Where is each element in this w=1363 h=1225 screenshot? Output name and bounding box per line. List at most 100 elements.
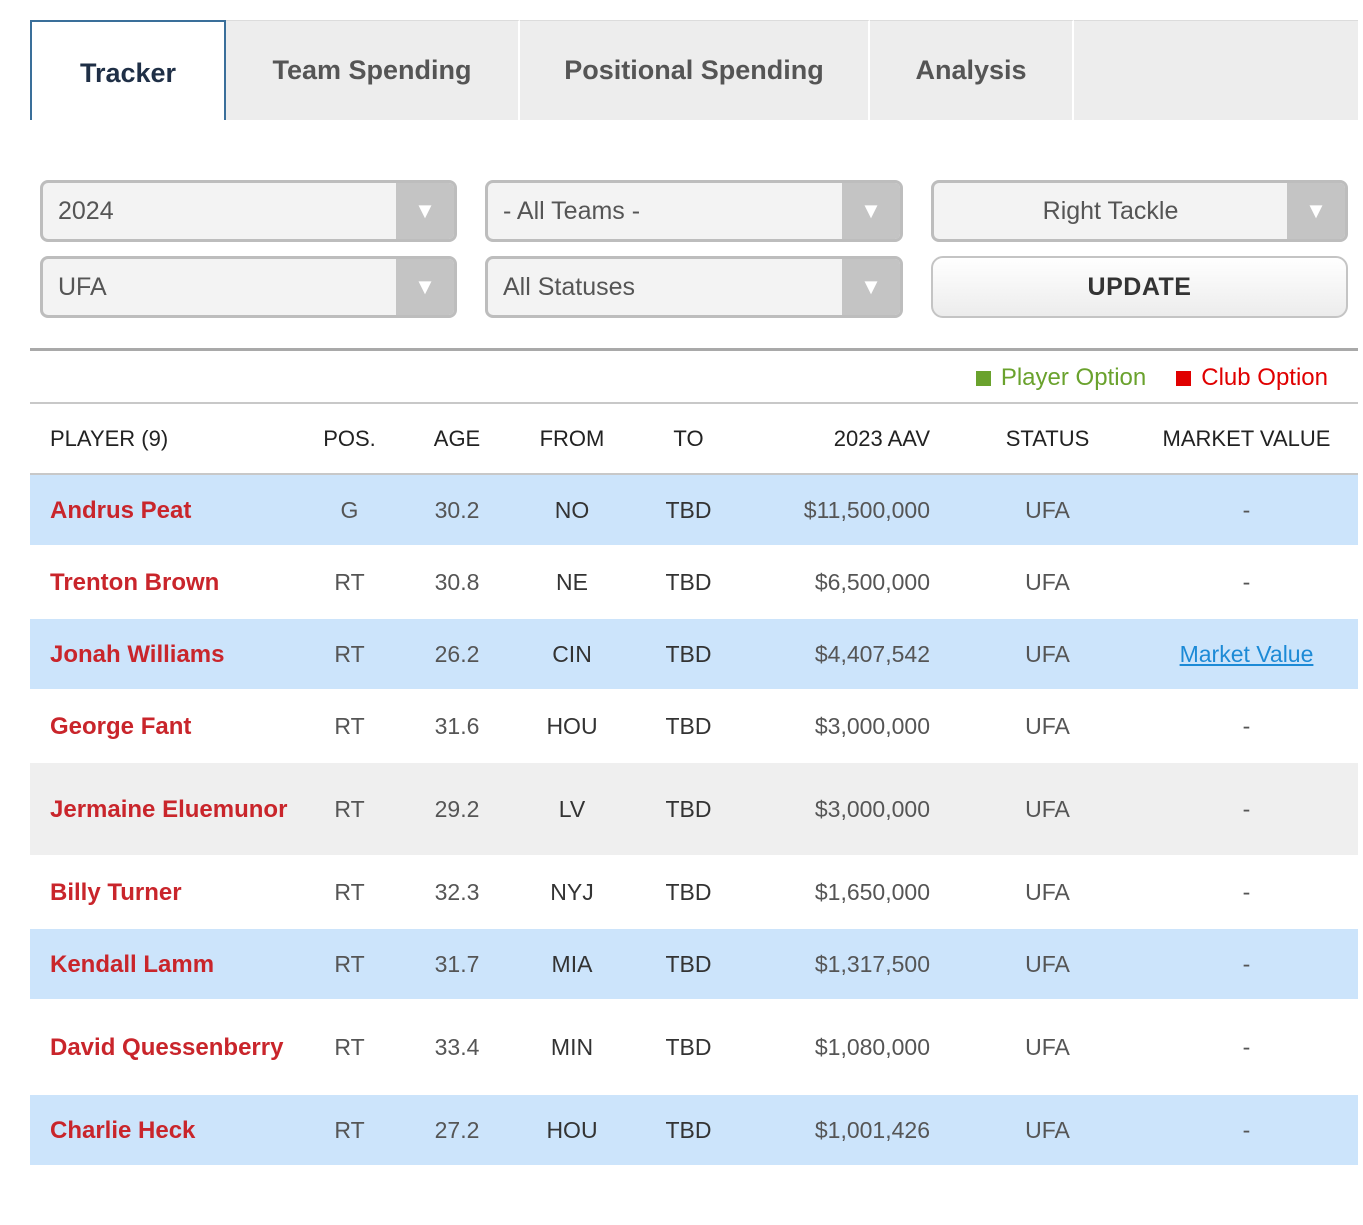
header-player[interactable]: PLAYER (9) (30, 426, 292, 452)
cell-status: UFA (1025, 795, 1070, 822)
chevron-down-icon: ▼ (842, 259, 900, 315)
cell-aav: $11,500,000 (803, 496, 930, 523)
player-link[interactable]: Andrus Peat (30, 498, 292, 523)
cell-status: UFA (1025, 1116, 1070, 1143)
status-select[interactable]: All Statuses ▼ (485, 256, 903, 318)
tab-analysis[interactable]: Analysis (870, 20, 1074, 120)
cell-status: UFA (1025, 950, 1070, 977)
tab-bar: Tracker Team Spending Positional Spendin… (30, 20, 1358, 120)
cell-to: TBD (665, 950, 712, 977)
year-select-value: 2024 (58, 196, 114, 225)
cell-age: 30.2 (434, 496, 480, 523)
chevron-down-icon: ▼ (1287, 183, 1345, 239)
cell-pos: RT (334, 950, 365, 977)
type-select-value: UFA (58, 272, 107, 301)
table-row: Billy Turner RT 32.3 NYJ TBD $1,650,000 … (30, 855, 1358, 929)
cell-to: TBD (665, 878, 712, 905)
tab-bar-filler (1074, 20, 1358, 120)
cell-aav: $3,000,000 (814, 712, 930, 739)
cell-age: 26.2 (434, 640, 480, 667)
cell-market-value: - (1242, 1116, 1251, 1143)
header-aav[interactable]: 2023 AAV (740, 426, 930, 452)
cell-pos: RT (334, 640, 365, 667)
legend-club-option-label: Club Option (1201, 364, 1328, 391)
legend-player-option-label: Player Option (1000, 364, 1147, 391)
position-select-value: Right Tackle (1042, 196, 1179, 225)
table-row: Charlie Heck RT 27.2 HOU TBD $1,001,426 … (30, 1095, 1358, 1165)
cell-to: TBD (665, 496, 712, 523)
status-select-value: All Statuses (503, 272, 636, 301)
position-select[interactable]: Right Tackle ▼ (931, 180, 1348, 242)
team-select[interactable]: - All Teams - ▼ (485, 180, 903, 242)
header-market-value[interactable]: MARKET VALUE (1135, 426, 1358, 452)
type-select[interactable]: UFA ▼ (40, 256, 457, 318)
chevron-down-icon: ▼ (842, 183, 900, 239)
header-from[interactable]: FROM (507, 426, 637, 452)
cell-aav: $1,650,000 (814, 878, 930, 905)
team-select-value: - All Teams - (503, 196, 641, 225)
player-link[interactable]: David Quessenberry (30, 1035, 292, 1060)
cell-from: MIN (550, 1033, 594, 1060)
header-to[interactable]: TO (637, 426, 740, 452)
cell-aav: $1,317,500 (814, 950, 930, 977)
player-link[interactable]: Jonah Williams (30, 642, 292, 667)
player-link[interactable]: Kendall Lamm (30, 952, 292, 977)
cell-market-value: - (1242, 795, 1251, 822)
cell-from: HOU (546, 1116, 598, 1143)
chevron-down-icon: ▼ (396, 259, 454, 315)
cell-status: UFA (1025, 878, 1070, 905)
cell-from: NE (556, 568, 588, 595)
market-value-link[interactable]: Market Value (1180, 641, 1314, 667)
cell-status: UFA (1025, 568, 1070, 595)
player-link[interactable]: Billy Turner (30, 880, 292, 905)
cell-status: UFA (1025, 1033, 1070, 1060)
table-row: Jonah Williams RT 26.2 CIN TBD $4,407,54… (30, 619, 1358, 689)
cell-aav: $3,000,000 (814, 795, 930, 822)
update-button[interactable]: UPDATE (931, 256, 1348, 318)
green-square-icon (975, 370, 991, 386)
cell-pos: G (340, 496, 359, 523)
cell-from: NYJ (550, 878, 594, 905)
player-link[interactable]: Charlie Heck (30, 1118, 292, 1143)
cell-age: 32.3 (434, 878, 480, 905)
cell-pos: RT (334, 568, 365, 595)
cell-to: TBD (665, 1033, 712, 1060)
cell-age: 29.2 (434, 795, 480, 822)
cell-from: LV (558, 795, 586, 822)
cell-market-value: - (1242, 950, 1251, 977)
player-link[interactable]: Jermaine Eluemunor (30, 797, 292, 822)
cell-aav: $4,407,542 (814, 640, 930, 667)
player-link[interactable]: Trenton Brown (30, 570, 292, 595)
cell-to: TBD (665, 712, 712, 739)
year-select[interactable]: 2024 ▼ (40, 180, 457, 242)
cell-market-value: - (1242, 1033, 1251, 1060)
legend-club-option: Club Option (1176, 364, 1328, 392)
cell-to: TBD (665, 640, 712, 667)
cell-age: 27.2 (434, 1116, 480, 1143)
table-row: Andrus Peat G 30.2 NO TBD $11,500,000 UF… (30, 475, 1358, 545)
table-row: David Quessenberry RT 33.4 MIN TBD $1,08… (30, 999, 1358, 1095)
cell-market-value: Market Value (1135, 641, 1358, 668)
header-status[interactable]: STATUS (930, 426, 1135, 452)
cell-pos: RT (334, 878, 365, 905)
cell-from: HOU (546, 712, 598, 739)
player-link[interactable]: George Fant (30, 714, 292, 739)
cell-market-value: - (1242, 878, 1251, 905)
tab-positional-spending[interactable]: Positional Spending (520, 20, 870, 120)
table-row: Trenton Brown RT 30.8 NE TBD $6,500,000 … (30, 545, 1358, 619)
cell-status: UFA (1025, 712, 1070, 739)
legend: Player Option Club Option (946, 364, 1328, 392)
tab-tracker[interactable]: Tracker (30, 20, 226, 120)
tab-team-spending[interactable]: Team Spending (226, 20, 520, 120)
cell-to: TBD (665, 568, 712, 595)
cell-age: 33.4 (434, 1033, 480, 1060)
cell-aav: $6,500,000 (814, 568, 930, 595)
cell-age: 31.7 (434, 950, 480, 977)
cell-aav: $1,080,000 (814, 1033, 930, 1060)
table-row: Jermaine Eluemunor RT 29.2 LV TBD $3,000… (30, 763, 1358, 855)
cell-pos: RT (334, 712, 365, 739)
header-age[interactable]: AGE (407, 426, 507, 452)
cell-status: UFA (1025, 496, 1070, 523)
section-divider (30, 348, 1358, 351)
header-pos[interactable]: POS. (292, 426, 407, 452)
